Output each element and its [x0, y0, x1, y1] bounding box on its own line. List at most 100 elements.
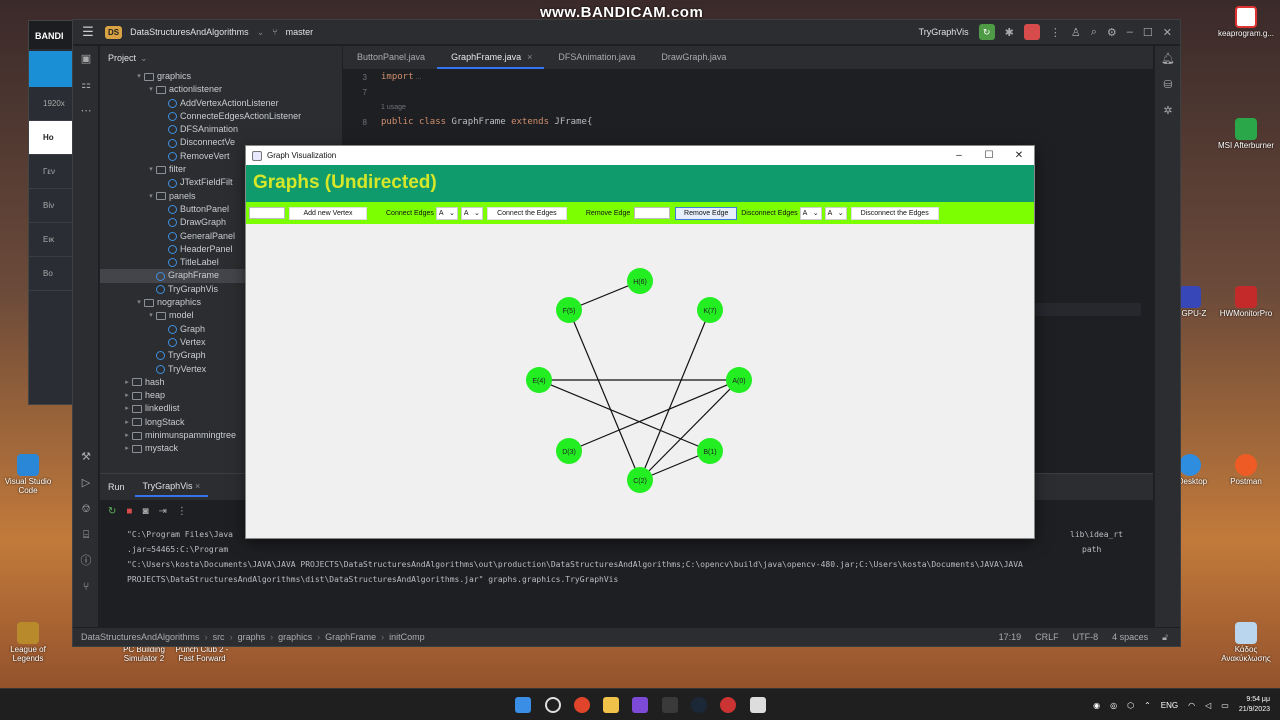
bandicam-item-general[interactable]: Γεν — [29, 155, 77, 189]
close-icon[interactable]: ✕ — [1163, 26, 1172, 39]
steam-icon[interactable] — [691, 697, 707, 713]
chevron-down-icon[interactable]: ▾ — [146, 309, 156, 322]
input-language[interactable]: ENG — [1161, 701, 1178, 710]
desktop-icon-recycle[interactable]: Κάδος Ανακύκλωσης — [1214, 622, 1278, 664]
chevron-right-icon[interactable]: ▸ — [122, 416, 132, 429]
tree-folder[interactable]: ▾ graphics — [100, 70, 342, 83]
chevron-down-icon[interactable]: ▾ — [146, 83, 156, 96]
add-vertex-button[interactable]: Add new Vertex — [289, 206, 367, 220]
gear-icon[interactable]: ⚙ — [1107, 26, 1117, 39]
caret-position[interactable]: 17:19 — [999, 632, 1022, 643]
breadcrumb-item[interactable]: src — [213, 632, 225, 642]
terminal-icon[interactable] — [662, 697, 678, 713]
build-tool-icon[interactable]: ⚒ — [73, 444, 99, 470]
tray-app-icon[interactable]: ◉ — [1093, 701, 1100, 710]
remove-edge-button[interactable]: Remove Edge — [675, 206, 738, 220]
volume-icon[interactable]: ◁ — [1205, 701, 1211, 710]
project-panel-header[interactable]: Project ⌄ — [100, 46, 342, 70]
breadcrumb-item[interactable]: DataStructuresAndAlgorithms — [81, 632, 200, 642]
minimize-icon[interactable]: – — [944, 150, 974, 161]
clock[interactable]: 9:54 μμ 21/9/2023 — [1239, 695, 1270, 715]
desktop-icon-hwmonitor[interactable]: HWMonitorPro — [1214, 286, 1278, 319]
chevron-down-icon[interactable]: ▾ — [146, 163, 156, 176]
start-icon[interactable] — [515, 697, 531, 713]
tree-folder[interactable]: ▾ actionlistener — [100, 83, 342, 96]
add-user-icon[interactable]: ♙ — [1071, 26, 1081, 39]
breadcrumb-item[interactable]: initComp — [389, 632, 425, 642]
bandicam-resolution[interactable]: 1920x — [29, 87, 77, 121]
breadcrumb-item[interactable]: graphics — [278, 632, 312, 642]
stop-button[interactable] — [1023, 24, 1040, 40]
structure-tool-icon[interactable]: ⚏ — [73, 72, 99, 98]
vertex-name-field[interactable] — [249, 207, 285, 219]
bandicam-icon[interactable] — [720, 697, 736, 713]
debug-icon[interactable]: ✱ — [1005, 26, 1014, 39]
database-icon[interactable]: ⛁ — [1155, 72, 1181, 98]
chevron-up-icon[interactable]: ⌃ — [1144, 701, 1151, 710]
disconnect-to-select[interactable]: A ⌄ — [824, 206, 847, 220]
run-tool-icon[interactable]: ▷ — [73, 470, 99, 496]
chrome-icon[interactable] — [574, 697, 590, 713]
folded-imports[interactable]: ... — [414, 74, 421, 81]
tree-class[interactable]: DFSAnimation — [100, 123, 342, 136]
chevron-down-icon[interactable]: ▾ — [134, 296, 144, 309]
desktop-icon-vscode[interactable]: Visual Studio Code — [0, 454, 60, 496]
desktop-icon-punchclub[interactable]: Punch Club 2 - Fast Forward — [170, 645, 234, 664]
close-tab-icon[interactable]: × — [195, 481, 200, 491]
connect-from-select[interactable]: A ⌄ — [435, 206, 458, 220]
tab-graph-frame[interactable]: GraphFrame.java × — [437, 52, 545, 69]
tray-app-icon[interactable]: ◎ — [1110, 701, 1117, 710]
tab-dfs-animation[interactable]: DFSAnimation.java — [544, 52, 647, 69]
project-selector[interactable]: DataStructuresAndAlgorithms — [130, 27, 249, 37]
file-encoding[interactable]: UTF-8 — [1073, 632, 1099, 643]
maximize-icon[interactable]: ☐ — [1143, 26, 1153, 39]
run-tab-trygraphvis[interactable]: TryGraphVis × — [134, 477, 209, 497]
wifi-icon[interactable]: ◠ — [1188, 701, 1195, 710]
stop-icon[interactable]: ■ — [126, 506, 132, 517]
git-tool-icon[interactable]: ⑂ — [73, 574, 99, 600]
more-actions-icon[interactable]: ⋮ — [1050, 26, 1061, 39]
chevron-right-icon[interactable]: ▸ — [122, 442, 132, 455]
bandicam-item-home[interactable]: Ho — [29, 121, 77, 155]
search-icon[interactable] — [545, 697, 561, 713]
close-icon[interactable]: ✕ — [1004, 150, 1034, 161]
branch-selector[interactable]: master — [286, 27, 314, 37]
desktop-icon-keaprogram[interactable]: keaprogram.g... — [1214, 6, 1278, 39]
close-tab-icon[interactable]: × — [527, 52, 532, 62]
maximize-icon[interactable]: ☐ — [974, 150, 1004, 161]
connect-edges-button[interactable]: Connect the Edges — [486, 206, 567, 220]
indent-setting[interactable]: 4 spaces — [1112, 632, 1148, 643]
disconnect-edges-button[interactable]: Disconnect the Edges — [850, 206, 939, 220]
run-config-selector[interactable]: TryGraphVis — [919, 27, 969, 37]
terminal-tool-icon[interactable]: ⌸ — [73, 522, 99, 548]
rerun-icon[interactable]: ↻ — [108, 506, 116, 517]
connect-to-select[interactable]: A ⌄ — [460, 206, 483, 220]
bandicam-item-help[interactable]: Βο — [29, 257, 77, 291]
main-menu-icon[interactable]: ☰ — [79, 24, 97, 40]
chevron-right-icon[interactable]: ▸ — [122, 376, 132, 389]
more-tools-icon[interactable]: ⋯ — [73, 98, 99, 124]
battery-icon[interactable]: ▭ — [1221, 701, 1229, 710]
camera-icon[interactable]: ◙ — [142, 506, 148, 517]
desktop-icon-lol[interactable]: League of Legends — [0, 622, 60, 664]
line-separator[interactable]: CRLF — [1035, 632, 1059, 643]
tab-draw-graph[interactable]: DrawGraph.java — [647, 52, 738, 69]
project-tool-icon[interactable]: ▣ — [73, 46, 99, 72]
file-explorer-icon[interactable] — [603, 697, 619, 713]
rerun-button[interactable]: ↻ — [978, 24, 995, 40]
notifications-icon[interactable]: 🔔︎ — [1155, 46, 1181, 72]
java-app-icon[interactable] — [750, 697, 766, 713]
chevron-down-icon[interactable]: ▾ — [146, 190, 156, 203]
chevron-down-icon[interactable]: ▾ — [134, 70, 144, 83]
lock-icon[interactable]: 🔓︎ — [1162, 632, 1168, 643]
desktop-icon-postman[interactable]: Postman — [1214, 454, 1278, 487]
plugin-icon[interactable]: ✲ — [1155, 98, 1181, 124]
tree-class[interactable]: ConnecteEdgesActionListener — [100, 110, 342, 123]
problems-tool-icon[interactable]: ⓘ — [73, 548, 99, 574]
remove-edge-field[interactable] — [634, 207, 671, 219]
graph-canvas[interactable]: H(6) F(5) K(7) E(4) A(0) D(3) B(1) C(2) — [246, 224, 1034, 538]
search-icon[interactable]: ⌕ — [1091, 26, 1097, 39]
desktop-icon-msi[interactable]: MSI Afterburner — [1214, 118, 1278, 151]
breadcrumb-item[interactable]: GraphFrame — [325, 632, 376, 642]
restore-layout-icon[interactable]: ⇥ — [158, 506, 166, 517]
